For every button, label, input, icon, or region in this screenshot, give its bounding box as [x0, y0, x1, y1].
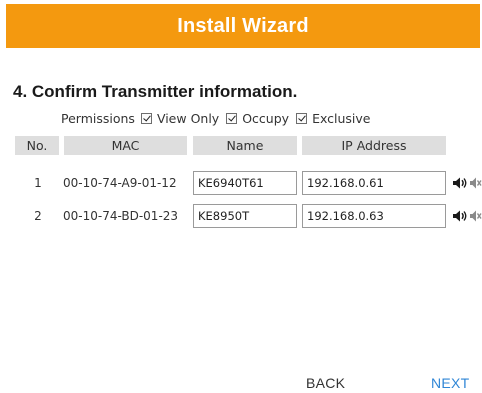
- speaker-on-icon[interactable]: [452, 209, 468, 223]
- view-only-checkbox[interactable]: [140, 112, 152, 124]
- table-row: 1 00-10-74-A9-01-12 KE6940T61 192.168.0.…: [0, 171, 482, 195]
- ip-address-input[interactable]: 192.168.0.61: [302, 171, 446, 195]
- mac-address: 00-10-74-BD-01-23: [63, 209, 179, 223]
- column-header-mac: MAC: [64, 136, 187, 155]
- wizard-header: Install Wizard: [6, 4, 480, 48]
- speaker-on-icon[interactable]: [452, 176, 468, 190]
- mac-address: 00-10-74-A9-01-12: [63, 176, 177, 190]
- column-header-no: No.: [15, 136, 59, 155]
- ip-address-input[interactable]: 192.168.0.63: [302, 204, 446, 228]
- view-only-label: View Only: [156, 110, 220, 126]
- speaker-mute-icon[interactable]: [469, 209, 482, 223]
- permissions-row: Permissions View Only Occupy Exclusive: [61, 110, 377, 126]
- column-header-ip-address: IP Address: [302, 136, 446, 155]
- speaker-mute-icon[interactable]: [469, 176, 482, 190]
- name-input[interactable]: KE8950T: [193, 204, 297, 228]
- permissions-label: Permissions: [61, 110, 135, 126]
- wizard-title: Install Wizard: [177, 14, 309, 37]
- table-row: 2 00-10-74-BD-01-23 KE8950T 192.168.0.63: [0, 204, 482, 228]
- row-number: 2: [34, 209, 42, 223]
- back-button[interactable]: BACK: [306, 375, 345, 391]
- step-title: 4. Confirm Transmitter information.: [13, 82, 298, 101]
- exclusive-label: Exclusive: [312, 110, 371, 126]
- row-number: 1: [34, 176, 42, 190]
- next-button[interactable]: NEXT: [431, 375, 470, 391]
- occupy-checkbox[interactable]: [226, 112, 238, 124]
- occupy-label: Occupy: [242, 110, 290, 126]
- exclusive-checkbox[interactable]: [296, 112, 308, 124]
- permission-exclusive[interactable]: Exclusive: [296, 111, 370, 126]
- permission-occupy[interactable]: Occupy: [226, 111, 289, 126]
- column-header-name: Name: [193, 136, 297, 155]
- name-input[interactable]: KE6940T61: [193, 171, 297, 195]
- permission-view-only[interactable]: View Only: [140, 110, 220, 126]
